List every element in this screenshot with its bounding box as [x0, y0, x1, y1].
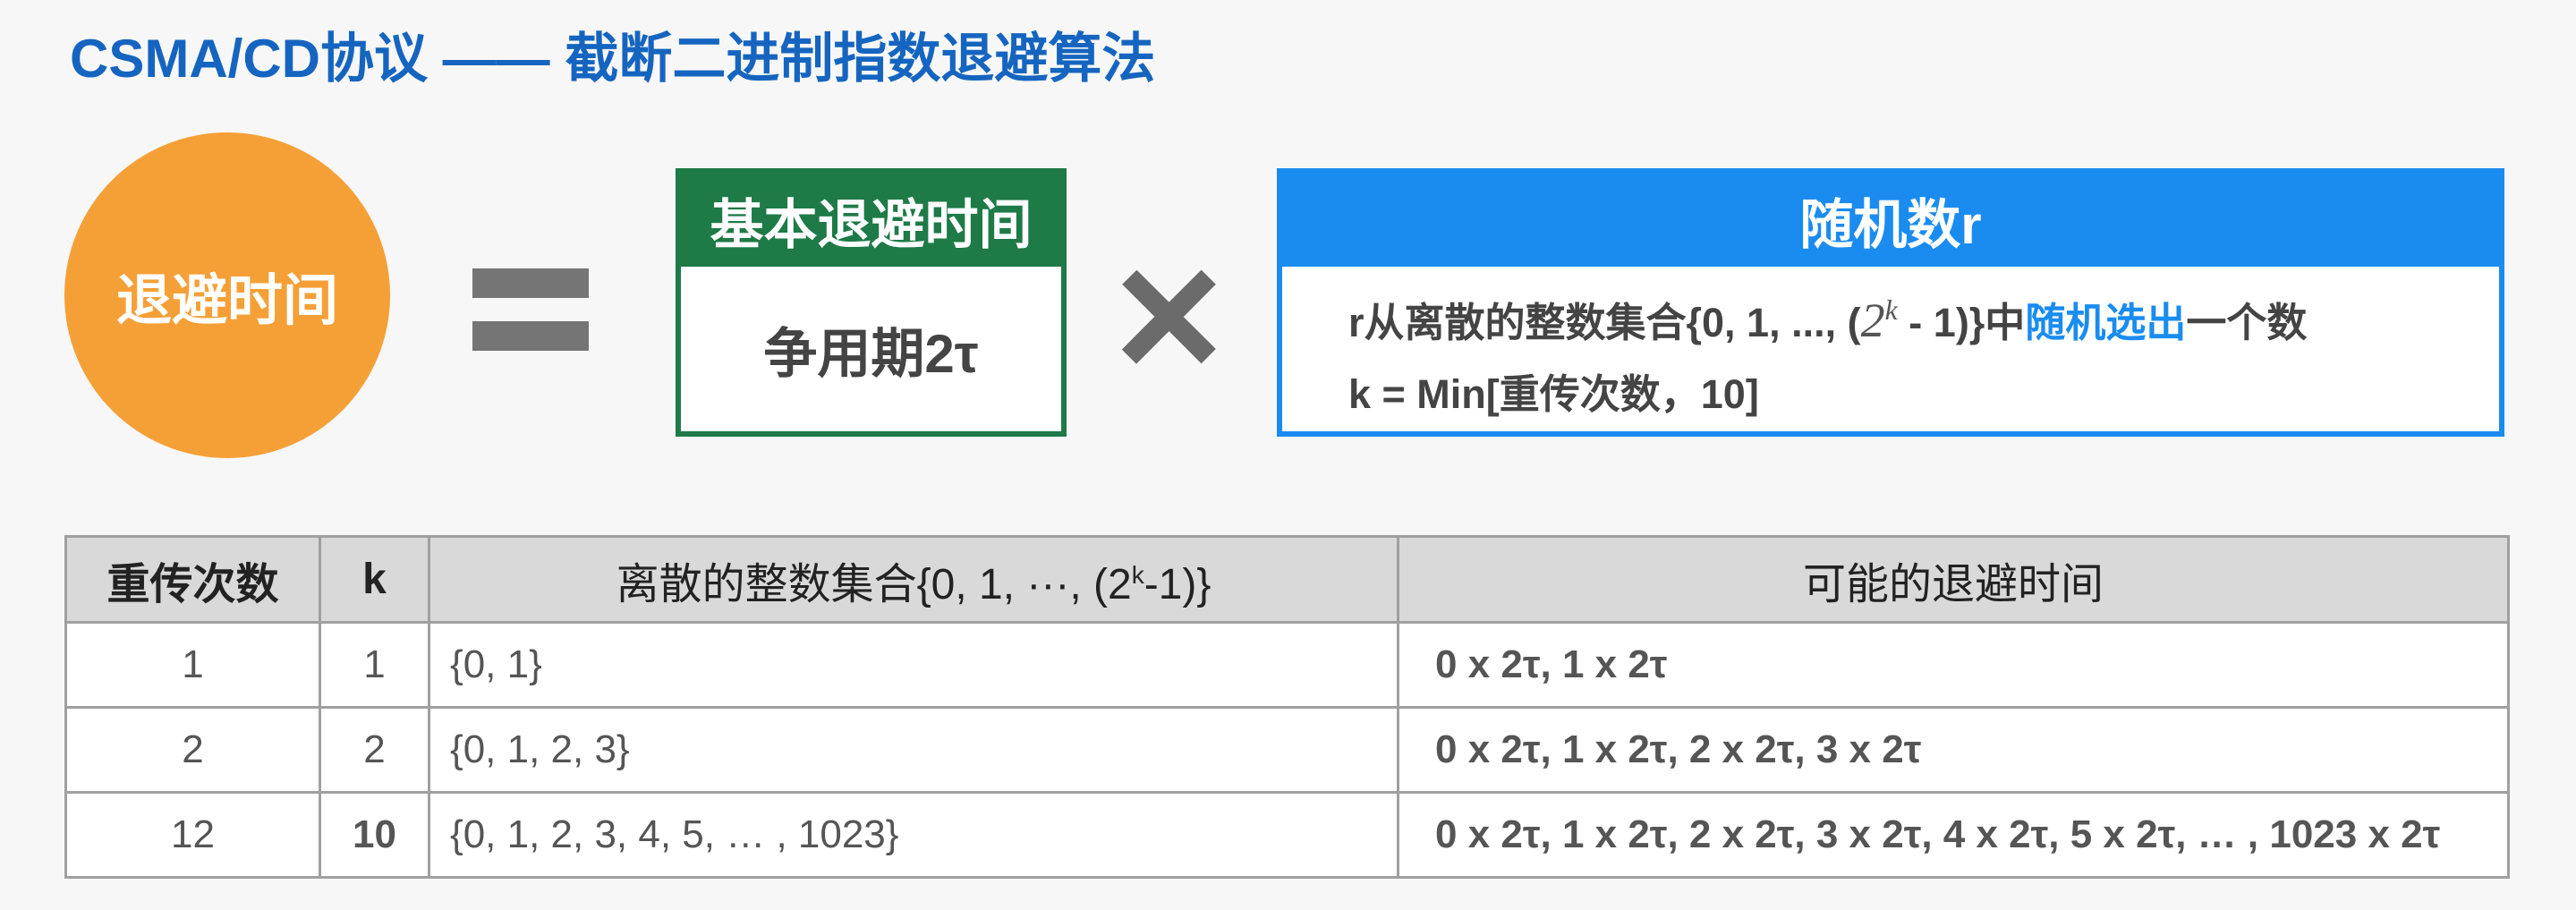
header-k: k — [319, 535, 430, 624]
equals-bar-top — [472, 268, 589, 298]
cell-set: {0, 1, 2, 3} — [428, 706, 1399, 794]
cell-set: {0, 1} — [428, 621, 1399, 709]
power-exponent: k — [1884, 293, 1898, 326]
random-number-box: 随机数r r从离散的整数集合{0, 1, ..., (2k - 1)}中随机选出… — [1277, 168, 2504, 437]
equals-sign — [472, 268, 589, 351]
header-set-suffix: -1)} — [1143, 560, 1211, 608]
cell-k: 2 — [319, 706, 430, 794]
header-set-prefix: 离散的整数集合{0, 1, ···, (2 — [616, 560, 1132, 608]
cell-times: 0 x 2τ, 1 x 2τ, 2 x 2τ, 3 x 2τ, 4 x 2τ, … — [1397, 791, 2510, 879]
header-set-exponent: k — [1131, 560, 1144, 589]
k-formula: k = Min[重传次数，10] — [1348, 371, 1759, 417]
rule-after: - 1)}中 — [1897, 300, 2026, 345]
rule-prefix: r从离散的整数集合{0, 1, ..., ( — [1348, 300, 1861, 345]
equals-bar-bottom — [472, 321, 589, 351]
cell-retries: 2 — [64, 706, 321, 794]
cell-set: {0, 1, 2, 3, 4, 5, … , 1023} — [428, 791, 1399, 879]
backoff-time-label: 退避时间 — [115, 270, 338, 332]
table-row: 12 10 {0, 1, 2, 3, 4, 5, … , 1023} 0 x 2… — [64, 791, 2510, 879]
cell-k: 1 — [319, 621, 430, 709]
header-retries: 重传次数 — [64, 535, 321, 624]
basic-backoff-body: 争用期2τ — [763, 323, 979, 384]
random-number-header: 随机数r — [1282, 174, 2499, 267]
multiply-sign: × — [1114, 209, 1224, 420]
cell-times: 0 x 2τ, 1 x 2τ — [1397, 621, 2510, 709]
random-number-rule: r从离散的整数集合{0, 1, ..., (2k - 1)}中随机选出一个数 — [1348, 290, 2307, 348]
rule-suffix: 一个数 — [2186, 300, 2308, 345]
power-base: 2 — [1860, 293, 1885, 347]
basic-backoff-box: 基本退避时间 争用期2τ — [676, 168, 1067, 437]
backoff-table: 重传次数 k 离散的整数集合{0, 1, ···, (2k-1)} 可能的退避时… — [64, 535, 2510, 879]
table-row: 2 2 {0, 1, 2, 3} 0 x 2τ, 1 x 2τ, 2 x 2τ,… — [64, 706, 2510, 794]
table-row: 1 1 {0, 1} 0 x 2τ, 1 x 2τ — [64, 621, 2510, 709]
basic-backoff-header: 基本退避时间 — [681, 174, 1061, 267]
cell-retries: 12 — [64, 791, 321, 879]
cell-retries: 1 — [64, 621, 321, 709]
table-header-row: 重传次数 k 离散的整数集合{0, 1, ···, (2k-1)} 可能的退避时… — [64, 535, 2510, 624]
cell-k-highlighted: 10 — [319, 791, 430, 879]
page-title: CSMA/CD协议 —— 截断二进制指数退避算法 — [70, 29, 1156, 89]
header-times: 可能的退避时间 — [1397, 535, 2510, 624]
cell-times: 0 x 2τ, 1 x 2τ, 2 x 2τ, 3 x 2τ — [1397, 706, 2510, 794]
rule-highlight: 随机选出 — [2025, 300, 2187, 345]
header-set: 离散的整数集合{0, 1, ···, (2k-1)} — [428, 535, 1399, 624]
backoff-time-circle: 退避时间 — [64, 132, 390, 458]
power-expression: 2k — [1861, 293, 1898, 347]
